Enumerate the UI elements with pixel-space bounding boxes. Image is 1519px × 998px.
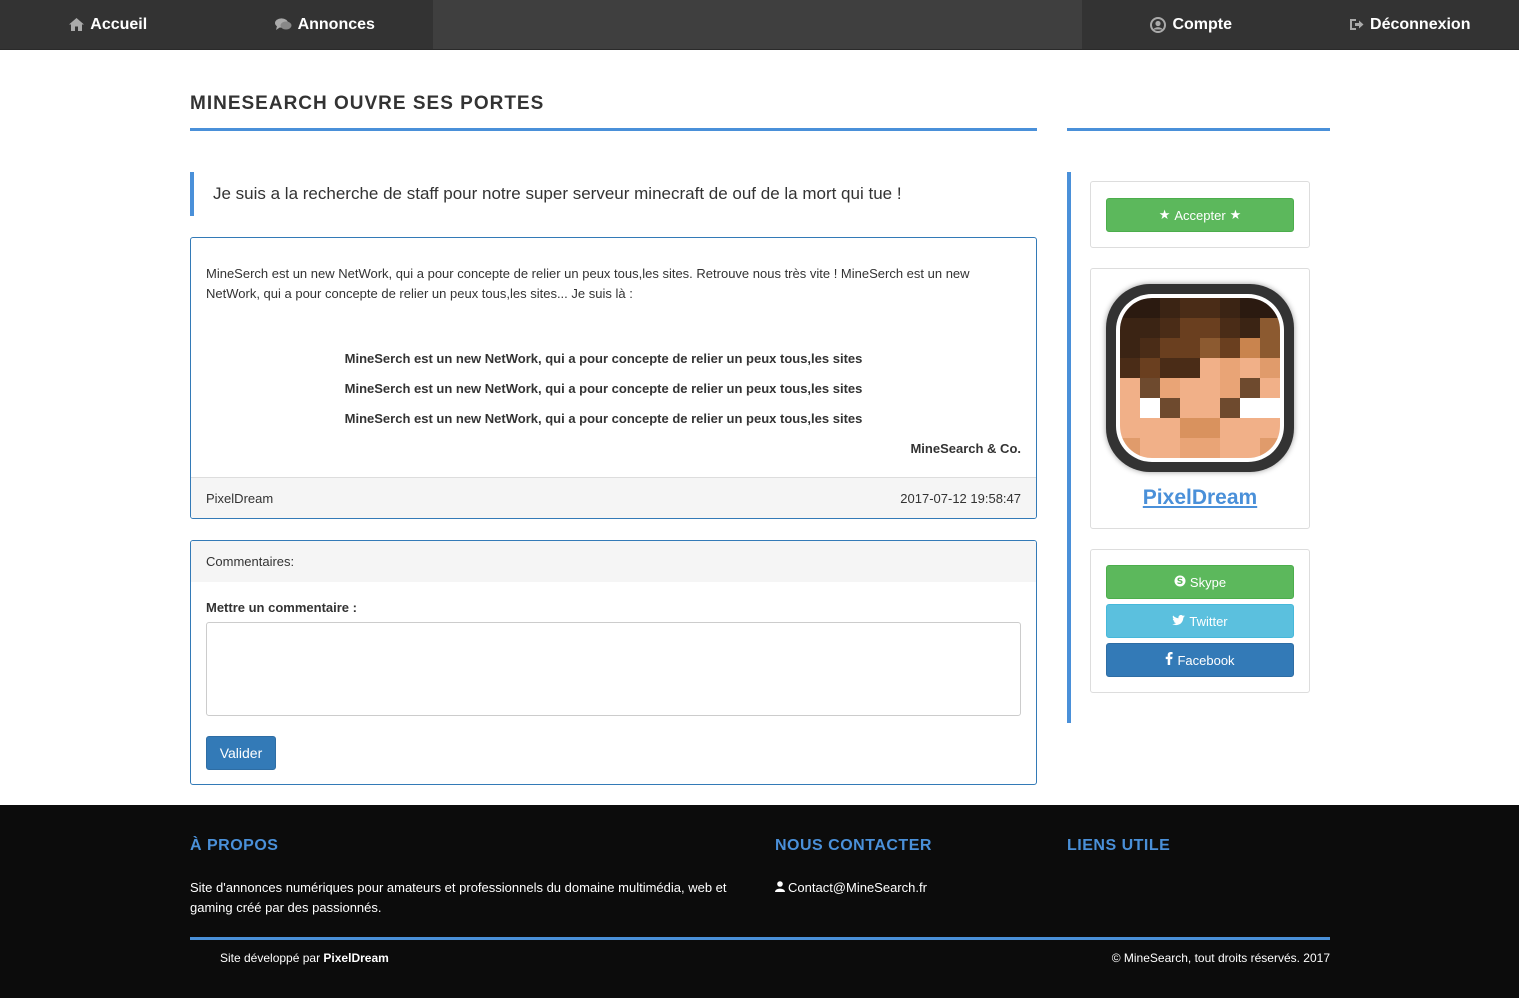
post-quote-line: MineSerch est un new NetWork, qui a pour… bbox=[344, 411, 863, 426]
post-panel: MineSerch est un new NetWork, qui a pour… bbox=[190, 237, 1037, 519]
comments-heading: Commentaires: bbox=[191, 541, 1036, 582]
footer-contact-email[interactable]: Contact@MineSearch.fr bbox=[775, 878, 927, 898]
post-quote-line: MineSerch est un new NetWork, qui a pour… bbox=[344, 381, 863, 396]
profile-box: PixelDream bbox=[1090, 268, 1310, 529]
post-lead-text: Je suis a la recherche de staff pour not… bbox=[213, 184, 902, 203]
profile-name-link[interactable]: PixelDream bbox=[1091, 486, 1309, 510]
comment-label: Mettre un commentaire : bbox=[206, 600, 357, 615]
accept-button[interactable]: ★ Accepter ★ bbox=[1106, 198, 1294, 232]
accept-box: ★ Accepter ★ bbox=[1090, 181, 1310, 248]
skype-button[interactable]: S Skype bbox=[1106, 565, 1294, 599]
post-intro: MineSerch est un new NetWork, qui a pour… bbox=[206, 266, 970, 301]
twitter-icon bbox=[1172, 614, 1186, 629]
page-title: MINESEARCH OUVRE SES PORTES bbox=[190, 93, 545, 114]
sidebar-accent-border bbox=[1067, 172, 1071, 723]
home-icon bbox=[69, 18, 85, 31]
footer-about-title: À PROPOS bbox=[190, 837, 279, 854]
footer-about-text: Site d'annonces numériques pour amateurs… bbox=[190, 880, 727, 915]
post-date: 2017-07-12 19:58:47 bbox=[900, 490, 1021, 506]
svg-text:S: S bbox=[1177, 577, 1183, 587]
nav-deconnexion-label: Déconnexion bbox=[1370, 15, 1471, 33]
footer-dev-prefix: Site développé par bbox=[220, 951, 321, 965]
nav-deconnexion[interactable]: Déconnexion bbox=[1301, 0, 1519, 49]
footer-dev-name[interactable]: PixelDream bbox=[323, 951, 388, 965]
comments-panel: Commentaires: Mettre un commentaire : Va… bbox=[190, 540, 1037, 785]
post-author: PixelDream bbox=[206, 490, 274, 506]
sign-out-icon bbox=[1349, 18, 1364, 31]
footer-copyright: © MineSearch, tout droits réservés. 2017 bbox=[1111, 951, 1330, 965]
footer-contact-title: NOUS CONTACTER bbox=[775, 837, 932, 854]
site-footer: À PROPOS Site d'annonces numériques pour… bbox=[0, 805, 1519, 998]
post-lead: Je suis a la recherche de staff pour not… bbox=[190, 172, 1037, 216]
twitter-label: Twitter bbox=[1189, 613, 1228, 629]
title-divider bbox=[190, 128, 1037, 131]
avatar-pixel-face bbox=[1120, 298, 1280, 458]
post-quote-line: MineSerch est un new NetWork, qui a pour… bbox=[344, 351, 863, 366]
comment-textarea[interactable] bbox=[206, 622, 1021, 716]
user-circle-icon bbox=[1150, 16, 1167, 33]
skype-icon: S bbox=[1174, 575, 1186, 590]
avatar bbox=[1106, 284, 1294, 472]
nav-left-group: Accueil Annonces bbox=[0, 0, 433, 49]
nav-annonces[interactable]: Annonces bbox=[217, 0, 434, 49]
sidebar-divider bbox=[1067, 128, 1330, 131]
facebook-icon bbox=[1165, 652, 1174, 668]
footer-credits: Site développé par PixelDream bbox=[220, 951, 389, 965]
nav-accueil-label: Accueil bbox=[90, 15, 148, 33]
post-signature: MineSearch & Co. bbox=[910, 441, 1021, 456]
post-footer: PixelDream 2017-07-12 19:58:47 bbox=[191, 477, 1036, 518]
nav-annonces-label: Annonces bbox=[297, 15, 375, 33]
nav-right-group: Compte Déconnexion bbox=[1082, 0, 1519, 49]
submit-comment-button[interactable]: Valider bbox=[206, 736, 276, 770]
footer-links-title: LIENS UTILE bbox=[1067, 837, 1171, 854]
social-box: S Skype Twitter Facebook bbox=[1090, 549, 1310, 693]
nav-compte[interactable]: Compte bbox=[1082, 0, 1301, 49]
post-body: MineSerch est un new NetWork, qui a pour… bbox=[191, 238, 1036, 464]
accept-label: Accepter bbox=[1174, 207, 1226, 223]
star-icon: ★ bbox=[1229, 207, 1242, 222]
facebook-button[interactable]: Facebook bbox=[1106, 643, 1294, 677]
nav-accueil[interactable]: Accueil bbox=[0, 0, 217, 49]
nav-compte-label: Compte bbox=[1172, 15, 1233, 33]
facebook-label: Facebook bbox=[1177, 652, 1235, 668]
top-navbar: Accueil Annonces Compte Déconnexion bbox=[0, 0, 1519, 50]
footer-divider bbox=[190, 937, 1330, 940]
twitter-button[interactable]: Twitter bbox=[1106, 604, 1294, 638]
footer-email-text: Contact@MineSearch.fr bbox=[788, 880, 927, 895]
comments-icon bbox=[274, 18, 292, 31]
star-icon: ★ bbox=[1158, 207, 1171, 222]
skype-label: Skype bbox=[1189, 574, 1227, 590]
user-icon bbox=[775, 878, 785, 898]
